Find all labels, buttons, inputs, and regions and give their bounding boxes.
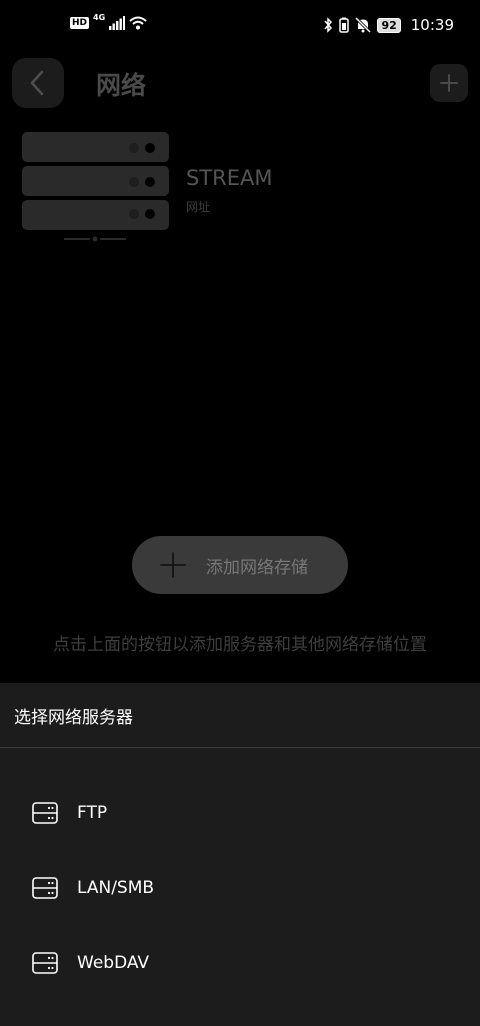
wifi-icon <box>129 16 147 30</box>
sheet-item-label: WebDAV <box>77 953 150 973</box>
hd-badge: HD <box>70 17 90 29</box>
server-name: STREAM <box>186 166 273 190</box>
server-address-label: 网址 <box>186 200 211 214</box>
mute-bell-icon <box>355 17 372 33</box>
page-title: 网络 <box>96 71 147 100</box>
server-icon <box>32 877 58 899</box>
sheet-item-webdav[interactable]: WebDAV <box>0 933 480 993</box>
sheet-title: 选择网络服务器 <box>0 683 480 748</box>
battery-saver-icon <box>339 17 350 33</box>
sheet-item-lan-smb[interactable]: LAN/SMB <box>0 858 480 918</box>
clock: 10:39 <box>410 16 454 34</box>
status-right: 92 10:39 <box>323 16 454 34</box>
battery-level: 92 <box>377 17 401 33</box>
status-bar: HD 4G 92 10:39 <box>0 0 480 56</box>
server-rack-icon <box>22 132 169 242</box>
add-network-storage-label: 添加网络存储 <box>206 557 308 578</box>
server-icon <box>32 802 58 824</box>
app-bar: 网络 <box>0 58 480 108</box>
add-network-storage-button[interactable]: 添加网络存储 <box>132 536 348 594</box>
network-type: 4G <box>93 12 106 22</box>
server-card[interactable]: STREAM 网址 <box>22 132 322 247</box>
chevron-left-icon <box>30 70 44 96</box>
hint-text: 点击上面的按钮以添加服务器和其他网络存储位置 <box>53 635 427 655</box>
plus-icon <box>160 552 186 578</box>
sheet-item-label: FTP <box>77 803 108 823</box>
add-button[interactable] <box>430 64 468 102</box>
server-icon <box>32 952 58 974</box>
sheet-item-label: LAN/SMB <box>77 878 155 898</box>
bluetooth-icon <box>324 17 333 33</box>
sheet-item-ftp[interactable]: FTP <box>0 783 480 843</box>
signal-icon <box>109 16 126 30</box>
plus-icon <box>440 74 458 92</box>
back-button[interactable] <box>12 58 64 108</box>
server-type-sheet: 选择网络服务器 FTP LAN/SMB WebDAV <box>0 683 480 1026</box>
status-left: HD 4G <box>70 12 147 30</box>
